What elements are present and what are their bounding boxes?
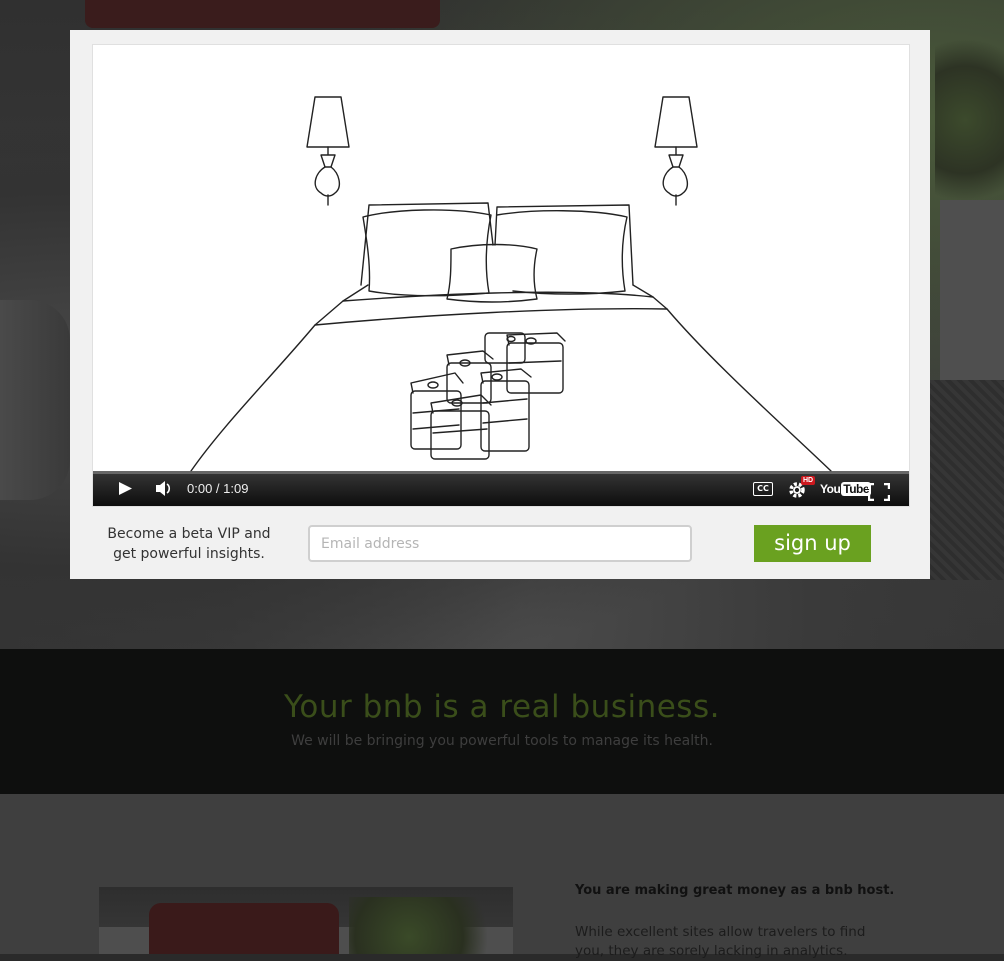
tagline-headline: Your bnb is a real business. bbox=[284, 689, 720, 725]
sign-up-button[interactable]: sign up bbox=[754, 525, 871, 562]
settings-button[interactable]: HD bbox=[787, 476, 816, 501]
fullscreen-icon bbox=[867, 482, 891, 502]
fullscreen-button[interactable] bbox=[867, 480, 891, 502]
video-control-bar: 0:00 / 1:09 CC HD You Tube bbox=[93, 471, 909, 506]
play-icon bbox=[119, 482, 132, 495]
hero-photo-pillow bbox=[85, 0, 440, 28]
photo-plant bbox=[349, 897, 499, 954]
tagline-subhead: We will be bringing you powerful tools t… bbox=[291, 733, 713, 749]
youtube-logo-tube: Tube bbox=[841, 482, 872, 496]
cta-line-1: Become a beta VIP and bbox=[107, 526, 271, 542]
time-total: 1:09 bbox=[223, 481, 249, 496]
play-button[interactable] bbox=[115, 471, 137, 506]
hd-badge: HD bbox=[801, 476, 816, 485]
time-current: 0:00 bbox=[187, 481, 213, 496]
video-player[interactable]: 0:00 / 1:09 CC HD You Tube bbox=[92, 44, 910, 507]
beta-vip-prompt: Become a beta VIP and get powerful insig… bbox=[100, 524, 278, 564]
email-field[interactable] bbox=[308, 525, 692, 562]
tagline-band: Your bnb is a real business. We will be … bbox=[0, 649, 1004, 794]
hero-photo-plant bbox=[935, 40, 1004, 220]
feature-heading: You are making great money as a bnb host… bbox=[575, 883, 895, 898]
youtube-logo-you: You bbox=[820, 482, 841, 496]
volume-icon bbox=[156, 481, 171, 496]
hero-photo-towel bbox=[0, 300, 70, 500]
feature-body: While excellent sites allow travelers to… bbox=[575, 924, 866, 959]
youtube-logo[interactable]: You Tube bbox=[820, 480, 872, 498]
video-time-display: 0:00 / 1:09 bbox=[187, 471, 248, 506]
video-frame-illustration bbox=[190, 96, 832, 472]
volume-button[interactable] bbox=[153, 471, 177, 506]
hero-photo-pot bbox=[940, 200, 1004, 380]
cta-line-2: get powerful insights. bbox=[113, 546, 265, 562]
video-signup-modal: 0:00 / 1:09 CC HD You Tube Become a beta… bbox=[70, 30, 930, 579]
feature-section: You are making great money as a bnb host… bbox=[0, 794, 1004, 959]
feature-photo bbox=[99, 887, 513, 954]
photo-pillow bbox=[149, 903, 339, 954]
cc-icon: CC bbox=[757, 484, 769, 493]
time-separator: / bbox=[212, 481, 224, 496]
captions-button[interactable]: CC bbox=[753, 482, 773, 496]
hero-photo-blanket bbox=[930, 380, 1004, 580]
